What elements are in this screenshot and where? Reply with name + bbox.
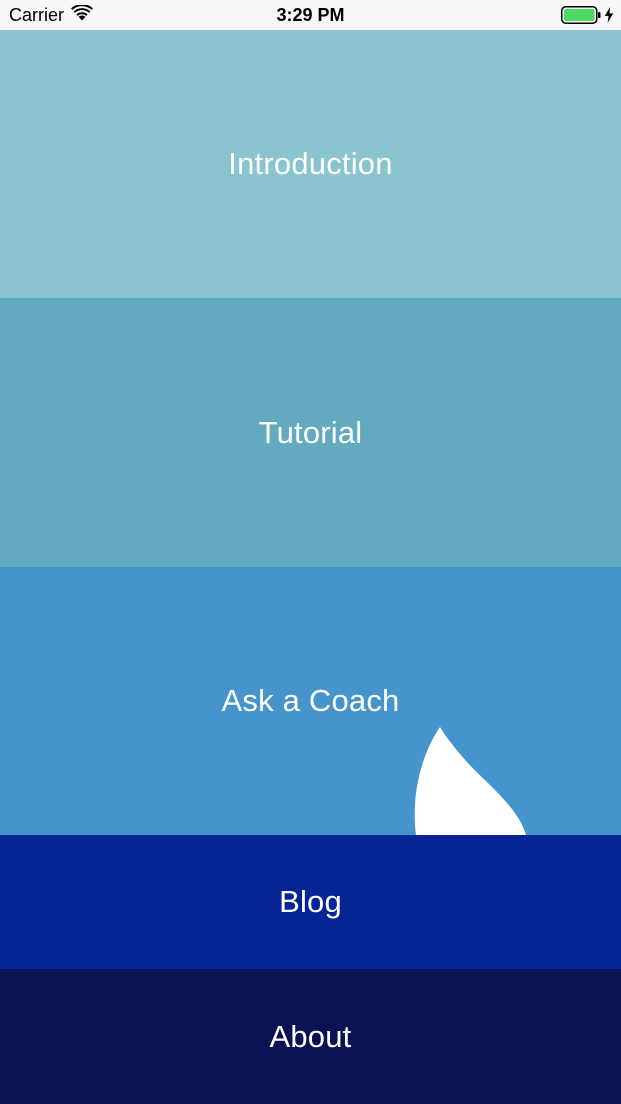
carrier-label: Carrier (9, 5, 65, 25)
menu-item-tutorial[interactable]: Tutorial (0, 298, 621, 567)
status-time: 3:29 PM (276, 5, 345, 25)
menu-item-blog[interactable]: Blog (0, 835, 621, 969)
carrier-indicator: Carrier (9, 4, 94, 26)
menu-item-label: Ask a Coach (221, 683, 400, 718)
wifi-icon (71, 4, 94, 26)
menu-item-introduction[interactable]: Introduction (0, 30, 621, 298)
status-bar: Carrier 3:29 PM (0, 0, 621, 30)
menu-item-label: Introduction (228, 146, 393, 181)
battery-icon (561, 6, 601, 29)
sail-icon (414, 727, 526, 835)
charging-bolt-icon (604, 7, 614, 28)
menu-item-about[interactable]: About (0, 969, 621, 1104)
menu-item-label: Tutorial (258, 414, 363, 450)
battery-indicator (561, 6, 614, 29)
main-menu: Introduction Tutorial Ask a Coach Blog A… (0, 30, 621, 1104)
menu-item-label: Blog (279, 884, 342, 919)
menu-item-label: About (269, 1018, 352, 1054)
menu-item-ask-a-coach[interactable]: Ask a Coach (0, 567, 621, 835)
